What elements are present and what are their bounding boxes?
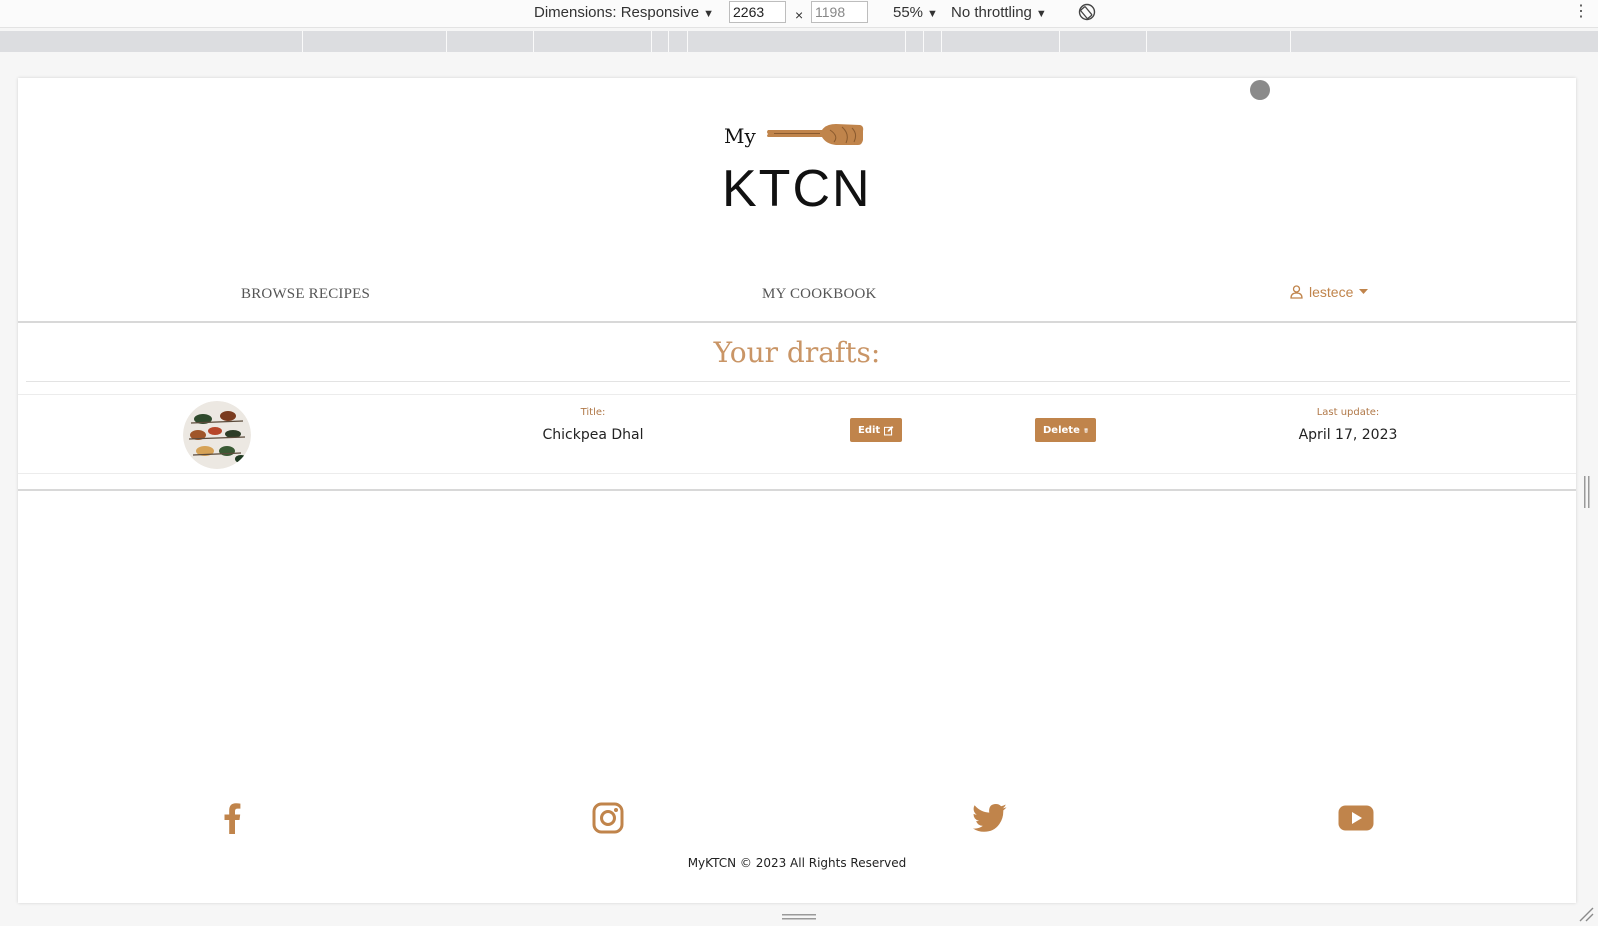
title-label: Title: [580,407,606,418]
device-toolbar: Dimensions: Responsive▼ × 55%▼ No thrott… [0,0,1598,28]
media-query-divider [923,31,924,52]
throttling-dropdown[interactable]: No throttling ▼ [951,3,1047,24]
media-query-divider [651,31,652,52]
chevron-down-icon: ▼ [1035,8,1047,20]
chevron-down-icon [1359,289,1369,294]
media-query-divider [941,31,942,52]
resize-handle-right[interactable] [1584,476,1590,508]
page-title: Your drafts: [713,336,881,369]
throttling-label: No throttling [951,4,1032,21]
delete-button[interactable]: Delete [1035,418,1096,442]
media-query-divider [668,31,669,52]
edit-icon [884,425,894,435]
corner-resize-icon[interactable] [1578,906,1594,922]
nav-browse-recipes[interactable]: BROWSE RECIPES [241,286,370,303]
logo-big-text: KTCN [722,160,872,218]
media-query-divider [446,31,447,52]
twitter-icon[interactable] [970,798,1010,838]
recipe-thumbnail[interactable] [183,401,251,469]
draft-row: Title: Chickpea Dhal Edit Delete Last up… [18,394,1576,474]
last-update-label: Last update: [1316,407,1380,418]
media-query-divider [905,31,906,52]
times-sign: × [795,7,804,23]
main-nav: BROWSE RECIPES MY COOKBOOK lestece [18,278,1576,318]
instagram-icon[interactable] [588,798,628,838]
edit-label: Edit [858,424,881,436]
edit-button[interactable]: Edit [850,418,902,442]
recipe-title: Chickpea Dhal [542,427,644,443]
logo-small-text: My [724,124,756,148]
user-dropdown[interactable]: lestece [1290,284,1369,300]
facebook-icon[interactable] [212,798,252,838]
youtube-icon[interactable] [1336,798,1376,838]
dimensions-label: Dimensions: Responsive [534,4,700,21]
media-query-divider [687,31,688,52]
site-logo[interactable]: My KTCN [722,118,874,218]
zoom-label: 55% [893,4,924,21]
media-query-divider [533,31,534,52]
chevron-down-icon: ▼ [927,8,938,20]
width-input[interactable] [729,1,786,23]
footer-copyright: MyKTCN © 2023 All Rights Reserved [687,856,907,870]
media-query-divider [1146,31,1147,52]
emulated-page: My KTCN BROWSE RECIPES MY COOKBOOK leste… [18,78,1576,903]
spatula-icon [767,124,864,145]
media-query-bar[interactable] [0,31,1598,52]
media-query-divider [302,31,303,52]
content-divider [18,489,1576,491]
touch-cursor [1250,80,1270,100]
spices-image [183,401,251,469]
delete-label: Delete [1043,424,1080,436]
resize-handle-bottom[interactable] [782,914,816,920]
nav-divider [18,321,1576,323]
title-divider [26,381,1570,382]
rotate-icon[interactable] [1078,3,1096,21]
nav-my-cookbook[interactable]: MY COOKBOOK [762,286,877,303]
zoom-dropdown[interactable]: 55% ▼ [893,3,938,24]
user-icon [1290,285,1303,299]
media-query-divider [1290,31,1291,52]
height-input[interactable] [811,1,868,23]
more-options-icon[interactable]: ⋮ [1573,3,1589,21]
chevron-down-icon: ▼ [703,8,714,20]
username: lestece [1309,284,1354,300]
last-update-date: April 17, 2023 [1298,427,1398,443]
trash-icon [1084,427,1088,433]
dimensions-dropdown[interactable]: Dimensions: Responsive ▼ [534,3,714,24]
media-query-divider [1059,31,1060,52]
